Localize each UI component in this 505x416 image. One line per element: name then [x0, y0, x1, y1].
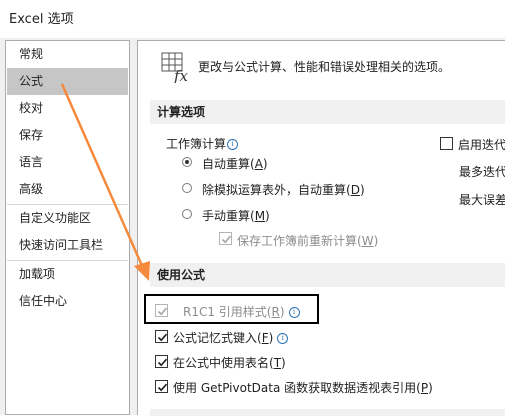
formula-autocomplete-label: 公式记忆式键入(F) i — [173, 329, 289, 346]
sidebar-item-quick-access-toolbar[interactable]: 快速访问工具栏 — [7, 232, 128, 259]
use-table-names-label: 在公式中使用表名(T) — [173, 356, 286, 370]
section-calculation-options: 计算选项 — [150, 100, 505, 124]
enable-iteration-label: 启用迭代 — [458, 138, 505, 152]
highlight-box — [144, 294, 319, 324]
checkbox-getpivotdata[interactable] — [155, 380, 168, 393]
sidebar: 常规 公式 校对 保存 语言 高级 自定义功能区 快速访问工具栏 加载项 信任中… — [5, 40, 130, 415]
section-working-with-formulas: 使用公式 — [150, 263, 505, 287]
radio-automatic-label: 自动重算(A) — [202, 157, 268, 171]
checkmark-icon — [157, 333, 168, 342]
info-icon: i — [227, 139, 239, 150]
info-icon: i — [277, 333, 289, 344]
sidebar-item-advanced[interactable]: 高级 — [7, 176, 128, 203]
sidebar-item-general[interactable]: 常规 — [7, 41, 128, 68]
workbook-calc-label: 工作簿计算 i — [166, 135, 239, 152]
formula-fx-icon: fx — [161, 52, 189, 83]
sidebar-item-formulas[interactable]: 公式 — [7, 68, 128, 95]
max-iterations-label: 最多迭代 — [459, 165, 505, 179]
radio-manual-label: 手动重算(M) — [202, 209, 270, 223]
checkmark-icon — [157, 358, 168, 367]
header-description: 更改与公式计算、性能和错误处理相关的选项。 — [198, 60, 451, 74]
checkbox-formula-autocomplete[interactable] — [155, 330, 168, 343]
checkmark-icon — [157, 383, 168, 392]
sidebar-item-save[interactable]: 保存 — [7, 122, 128, 149]
radio-automatic[interactable] — [182, 157, 192, 167]
sidebar-item-proofing[interactable]: 校对 — [7, 95, 128, 122]
window-title: Excel 选项 — [9, 12, 74, 27]
checkbox-use-table-names[interactable] — [155, 355, 168, 368]
radio-automatic-except-tables[interactable] — [182, 183, 192, 193]
checkbox-recalc-before-save[interactable] — [219, 232, 232, 245]
sidebar-item-trust-center[interactable]: 信任中心 — [7, 288, 128, 315]
svg-text:fx: fx — [173, 67, 189, 83]
getpivotdata-label: 使用 GetPivotData 函数获取数据透视表引用(P) — [173, 381, 433, 395]
sidebar-item-language[interactable]: 语言 — [7, 149, 128, 176]
content-panel: fx 更改与公式计算、性能和错误处理相关的选项。 计算选项 工作簿计算 i 自动重… — [137, 40, 505, 416]
checkmark-icon — [221, 235, 232, 244]
sidebar-item-add-ins[interactable]: 加载项 — [7, 261, 128, 288]
radio-manual[interactable] — [182, 209, 192, 219]
sidebar-item-customize-ribbon[interactable]: 自定义功能区 — [7, 205, 128, 232]
title-bar: Excel 选项 — [0, 0, 505, 38]
checkbox-enable-iteration[interactable] — [440, 137, 453, 150]
max-change-label: 最大误差 — [459, 193, 505, 207]
radio-automatic-except-tables-label: 除模拟运算表外，自动重算(D) — [202, 183, 365, 197]
recalc-before-save-label: 保存工作簿前重新计算(W) — [237, 234, 379, 248]
